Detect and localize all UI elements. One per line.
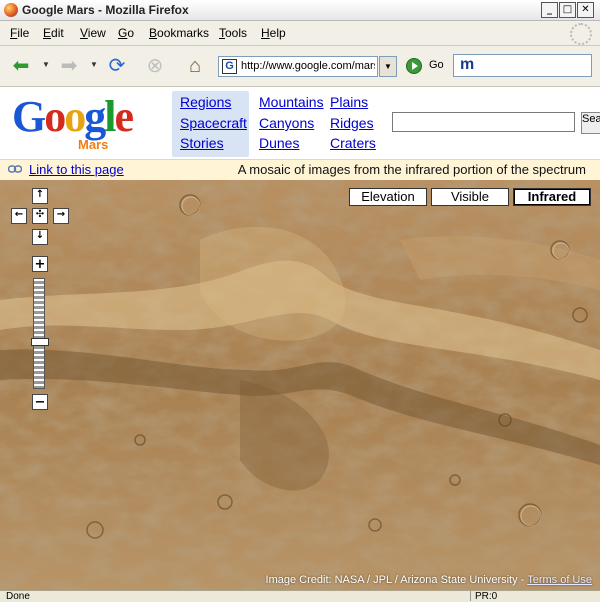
- category-dunes[interactable]: Dunes: [259, 135, 299, 151]
- category-canyons[interactable]: Canyons: [259, 115, 314, 131]
- back-arrow-icon[interactable]: ⬅: [8, 53, 34, 79]
- firefox-icon: [4, 3, 18, 17]
- category-regions[interactable]: Regions: [180, 94, 231, 110]
- image-credit: Image Credit: NASA / JPL / Arizona State…: [265, 574, 592, 586]
- zoom-out-icon[interactable]: −: [32, 394, 48, 410]
- menu-bookmarks[interactable]: Bookmarks: [149, 26, 209, 40]
- google-mars-header: Google Mars Regions Spacecraft Stories M…: [0, 87, 600, 159]
- mars-search-button[interactable]: Search: [581, 112, 600, 134]
- home-icon[interactable]: ⌂: [182, 53, 208, 79]
- reload-icon[interactable]: ⟳: [104, 53, 130, 79]
- menu-bar: File Edit View Go Bookmarks Tools Help: [0, 21, 600, 46]
- status-bar: Done PR:0: [0, 590, 600, 602]
- category-ridges[interactable]: Ridges: [330, 115, 374, 131]
- close-button[interactable]: ✕: [577, 2, 594, 18]
- zoom-in-icon[interactable]: +: [32, 256, 48, 272]
- menu-edit[interactable]: Edit: [43, 26, 64, 40]
- mars-subtitle: Mars: [78, 137, 109, 152]
- go-icon[interactable]: [406, 58, 422, 74]
- status-text: Done: [6, 591, 30, 602]
- pan-left-icon[interactable]: ←: [11, 208, 27, 224]
- minimize-button[interactable]: _: [541, 2, 558, 18]
- menu-help[interactable]: Help: [261, 26, 286, 40]
- pan-down-icon[interactable]: ↓: [32, 229, 48, 245]
- throbber-icon: [570, 23, 592, 45]
- category-plains[interactable]: Plains: [330, 94, 368, 110]
- infrared-button[interactable]: Infrared: [513, 188, 591, 206]
- visible-button[interactable]: Visible: [431, 188, 509, 206]
- back-dropdown-icon[interactable]: ▼: [42, 60, 50, 69]
- navigation-toolbar: ⬅ ▼ ➡ ▼ ⟳ ⊗ ⌂ G http://www.google.com/ma…: [0, 46, 600, 87]
- zoom-slider-thumb[interactable]: [31, 338, 49, 346]
- address-text[interactable]: http://www.google.com/mars/: [241, 60, 375, 72]
- pan-up-icon[interactable]: ↑: [32, 188, 48, 204]
- elevation-button[interactable]: Elevation: [349, 188, 427, 206]
- category-craters[interactable]: Craters: [330, 135, 376, 151]
- mars-map[interactable]: Elevation Visible Infrared ↑ ← ✣ → ↓ + −…: [0, 180, 600, 590]
- stop-icon[interactable]: ⊗: [142, 53, 168, 79]
- terms-of-use-link[interactable]: Terms of Use: [527, 574, 592, 586]
- menu-file[interactable]: File: [10, 26, 29, 40]
- map-caption: A mosaic of images from the infrared por…: [237, 162, 586, 177]
- maximize-button[interactable]: □: [559, 2, 576, 18]
- zoom-slider[interactable]: [33, 278, 45, 389]
- menu-view[interactable]: View: [80, 26, 106, 40]
- site-favicon-icon: G: [222, 59, 237, 74]
- menu-tools[interactable]: Tools: [219, 26, 247, 40]
- mars-search-input[interactable]: [392, 112, 575, 132]
- search-engine-icon[interactable]: m: [460, 56, 474, 74]
- search-toolbar-box[interactable]: m: [453, 54, 592, 77]
- link-icon: [8, 165, 22, 173]
- menu-go[interactable]: Go: [118, 26, 134, 40]
- address-dropdown-icon[interactable]: ▼: [379, 56, 397, 77]
- pagerank-indicator: PR:0: [470, 591, 497, 602]
- window-title-bar: Google Mars - Mozilla Firefox _ □ ✕: [0, 0, 600, 21]
- category-mountains[interactable]: Mountains: [259, 94, 324, 110]
- address-bar[interactable]: G http://www.google.com/mars/: [218, 56, 378, 77]
- go-label[interactable]: Go: [429, 59, 444, 71]
- mars-surface-image[interactable]: [0, 180, 600, 590]
- window-title: Google Mars - Mozilla Firefox: [22, 3, 189, 17]
- forward-arrow-icon[interactable]: ➡: [56, 53, 82, 79]
- pan-center-icon[interactable]: ✣: [32, 208, 48, 224]
- forward-dropdown-icon[interactable]: ▼: [90, 60, 98, 69]
- category-spacecraft[interactable]: Spacecraft: [180, 115, 247, 131]
- category-stories[interactable]: Stories: [180, 135, 224, 151]
- info-strip: Link to this page A mosaic of images fro…: [0, 159, 600, 181]
- link-to-this-page[interactable]: Link to this page: [29, 162, 124, 177]
- google-logo[interactable]: Google: [12, 91, 134, 142]
- pan-right-icon[interactable]: →: [53, 208, 69, 224]
